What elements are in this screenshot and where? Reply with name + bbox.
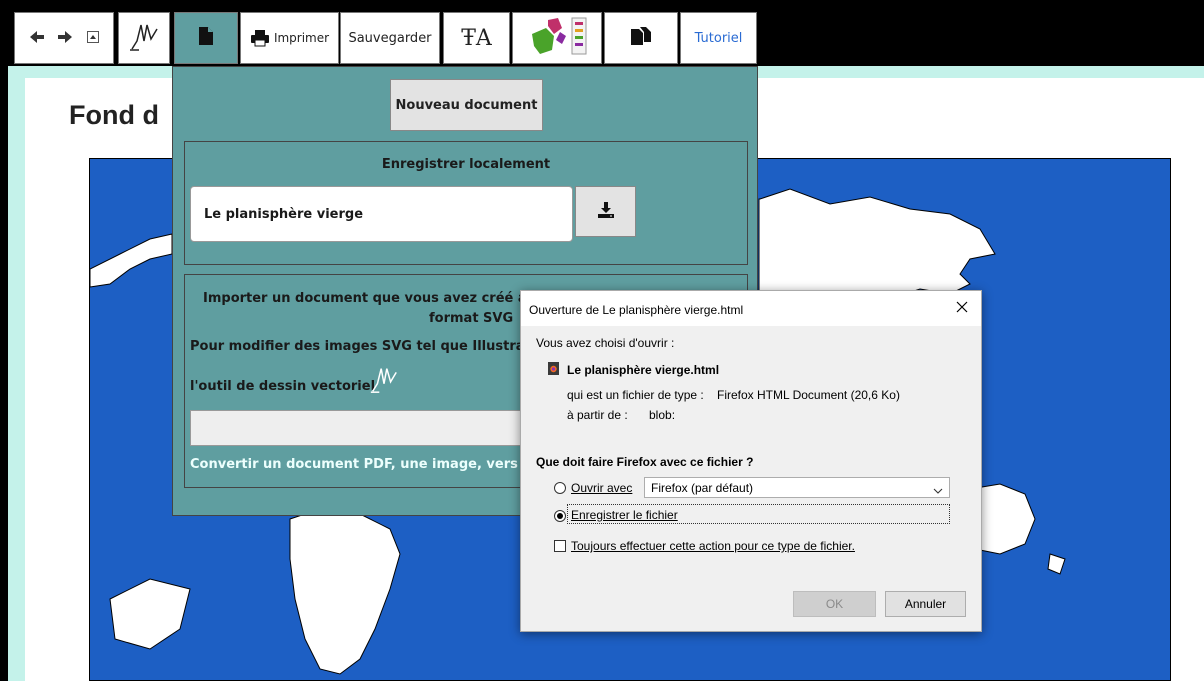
save-file-radio[interactable] (554, 510, 566, 522)
svg-file-input[interactable] (190, 410, 530, 446)
file-open-dialog: Ouverture de Le planisphère vierge.html … (520, 290, 982, 632)
open-with-label[interactable]: Ouvrir avec (571, 481, 632, 495)
printer-icon (250, 29, 270, 47)
cancel-label: Annuler (904, 597, 947, 611)
arrow-left-icon[interactable] (29, 30, 45, 48)
map-button[interactable] (512, 12, 602, 64)
save-label: Sauvegarder (348, 30, 432, 46)
print-button[interactable]: Imprimer (240, 12, 339, 64)
always-label[interactable]: Toujours effectuer cette action pour ce … (571, 539, 855, 553)
document-icon (198, 26, 214, 50)
modify-svg-text: Pour modifier des images SVG tel que Ill… (190, 339, 547, 354)
new-document-button[interactable]: Nouveau document (390, 79, 543, 131)
html-file-icon (548, 362, 559, 378)
copy-button[interactable] (604, 12, 678, 64)
close-icon[interactable] (955, 300, 969, 317)
import-title-line2: format SVG (429, 311, 514, 326)
new-document-label: Nouveau document (395, 97, 538, 113)
arrow-right-icon[interactable] (57, 30, 73, 48)
ok-label: OK (825, 597, 844, 611)
ok-button[interactable]: OK (793, 591, 876, 617)
copy-document-icon (630, 26, 652, 50)
from-label: à partir de : (567, 408, 628, 422)
chosen-text: Vous avez choisi d'ouvrir : (536, 336, 675, 350)
convert-pdf-text: Convertir un document PDF, une image, ve… (190, 457, 536, 472)
text-tool-label: ŦA (461, 25, 492, 51)
text-tool-button[interactable]: ŦA (443, 12, 510, 64)
save-file-label[interactable]: Enregistrer le fichier (571, 508, 678, 522)
filename-input[interactable]: Le planisphère vierge (190, 186, 573, 242)
open-with-radio[interactable] (554, 482, 566, 494)
tutorial-button[interactable]: Tutoriel (680, 12, 757, 64)
page-title: Fond d (69, 100, 159, 130)
dialog-titlebar[interactable]: Ouverture de Le planisphère vierge.html (521, 291, 981, 326)
vector-tool-icon[interactable] (368, 363, 400, 399)
type-value: Firefox HTML Document (20,6 Ko) (717, 388, 900, 402)
save-file-focus: Enregistrer le fichier (567, 504, 950, 524)
download-icon (597, 201, 615, 223)
filename-value: Le planisphère vierge (204, 207, 364, 222)
hand-pen-icon (127, 19, 161, 57)
vector-tool-text: l'outil de dessin vectoriel (190, 379, 376, 394)
document-menu-button[interactable] (174, 12, 238, 64)
toolbar: Imprimer Sauvegarder ŦA Tutoriel (0, 0, 1204, 66)
type-label: qui est un fichier de type : (567, 388, 704, 402)
open-with-select[interactable]: Firefox (par défaut) (644, 477, 950, 498)
save-button[interactable]: Sauvegarder (340, 12, 440, 64)
always-checkbox[interactable] (554, 540, 566, 552)
tutorial-label: Tutoriel (694, 30, 743, 46)
save-locally-title: Enregistrer localement (381, 157, 551, 172)
map-legend-icon (524, 14, 590, 62)
chevron-down-icon (933, 484, 943, 498)
save-locally-section: Enregistrer localement Le planisphère vi… (184, 141, 748, 265)
open-with-value: Firefox (par défaut) (651, 481, 754, 495)
import-title-line1: Importer un document que vous avez créé … (203, 291, 544, 306)
history-controls (14, 12, 114, 64)
pen-tool-button[interactable] (118, 12, 170, 64)
collapse-icon[interactable] (87, 31, 99, 43)
dialog-title: Ouverture de Le planisphère vierge.html (529, 303, 744, 317)
cancel-button[interactable]: Annuler (885, 591, 966, 617)
question-text: Que doit faire Firefox avec ce fichier ? (536, 455, 754, 469)
print-label: Imprimer (273, 31, 330, 45)
from-value: blob: (649, 408, 676, 422)
download-button[interactable] (575, 186, 636, 237)
file-name: Le planisphère vierge.html (567, 363, 720, 377)
